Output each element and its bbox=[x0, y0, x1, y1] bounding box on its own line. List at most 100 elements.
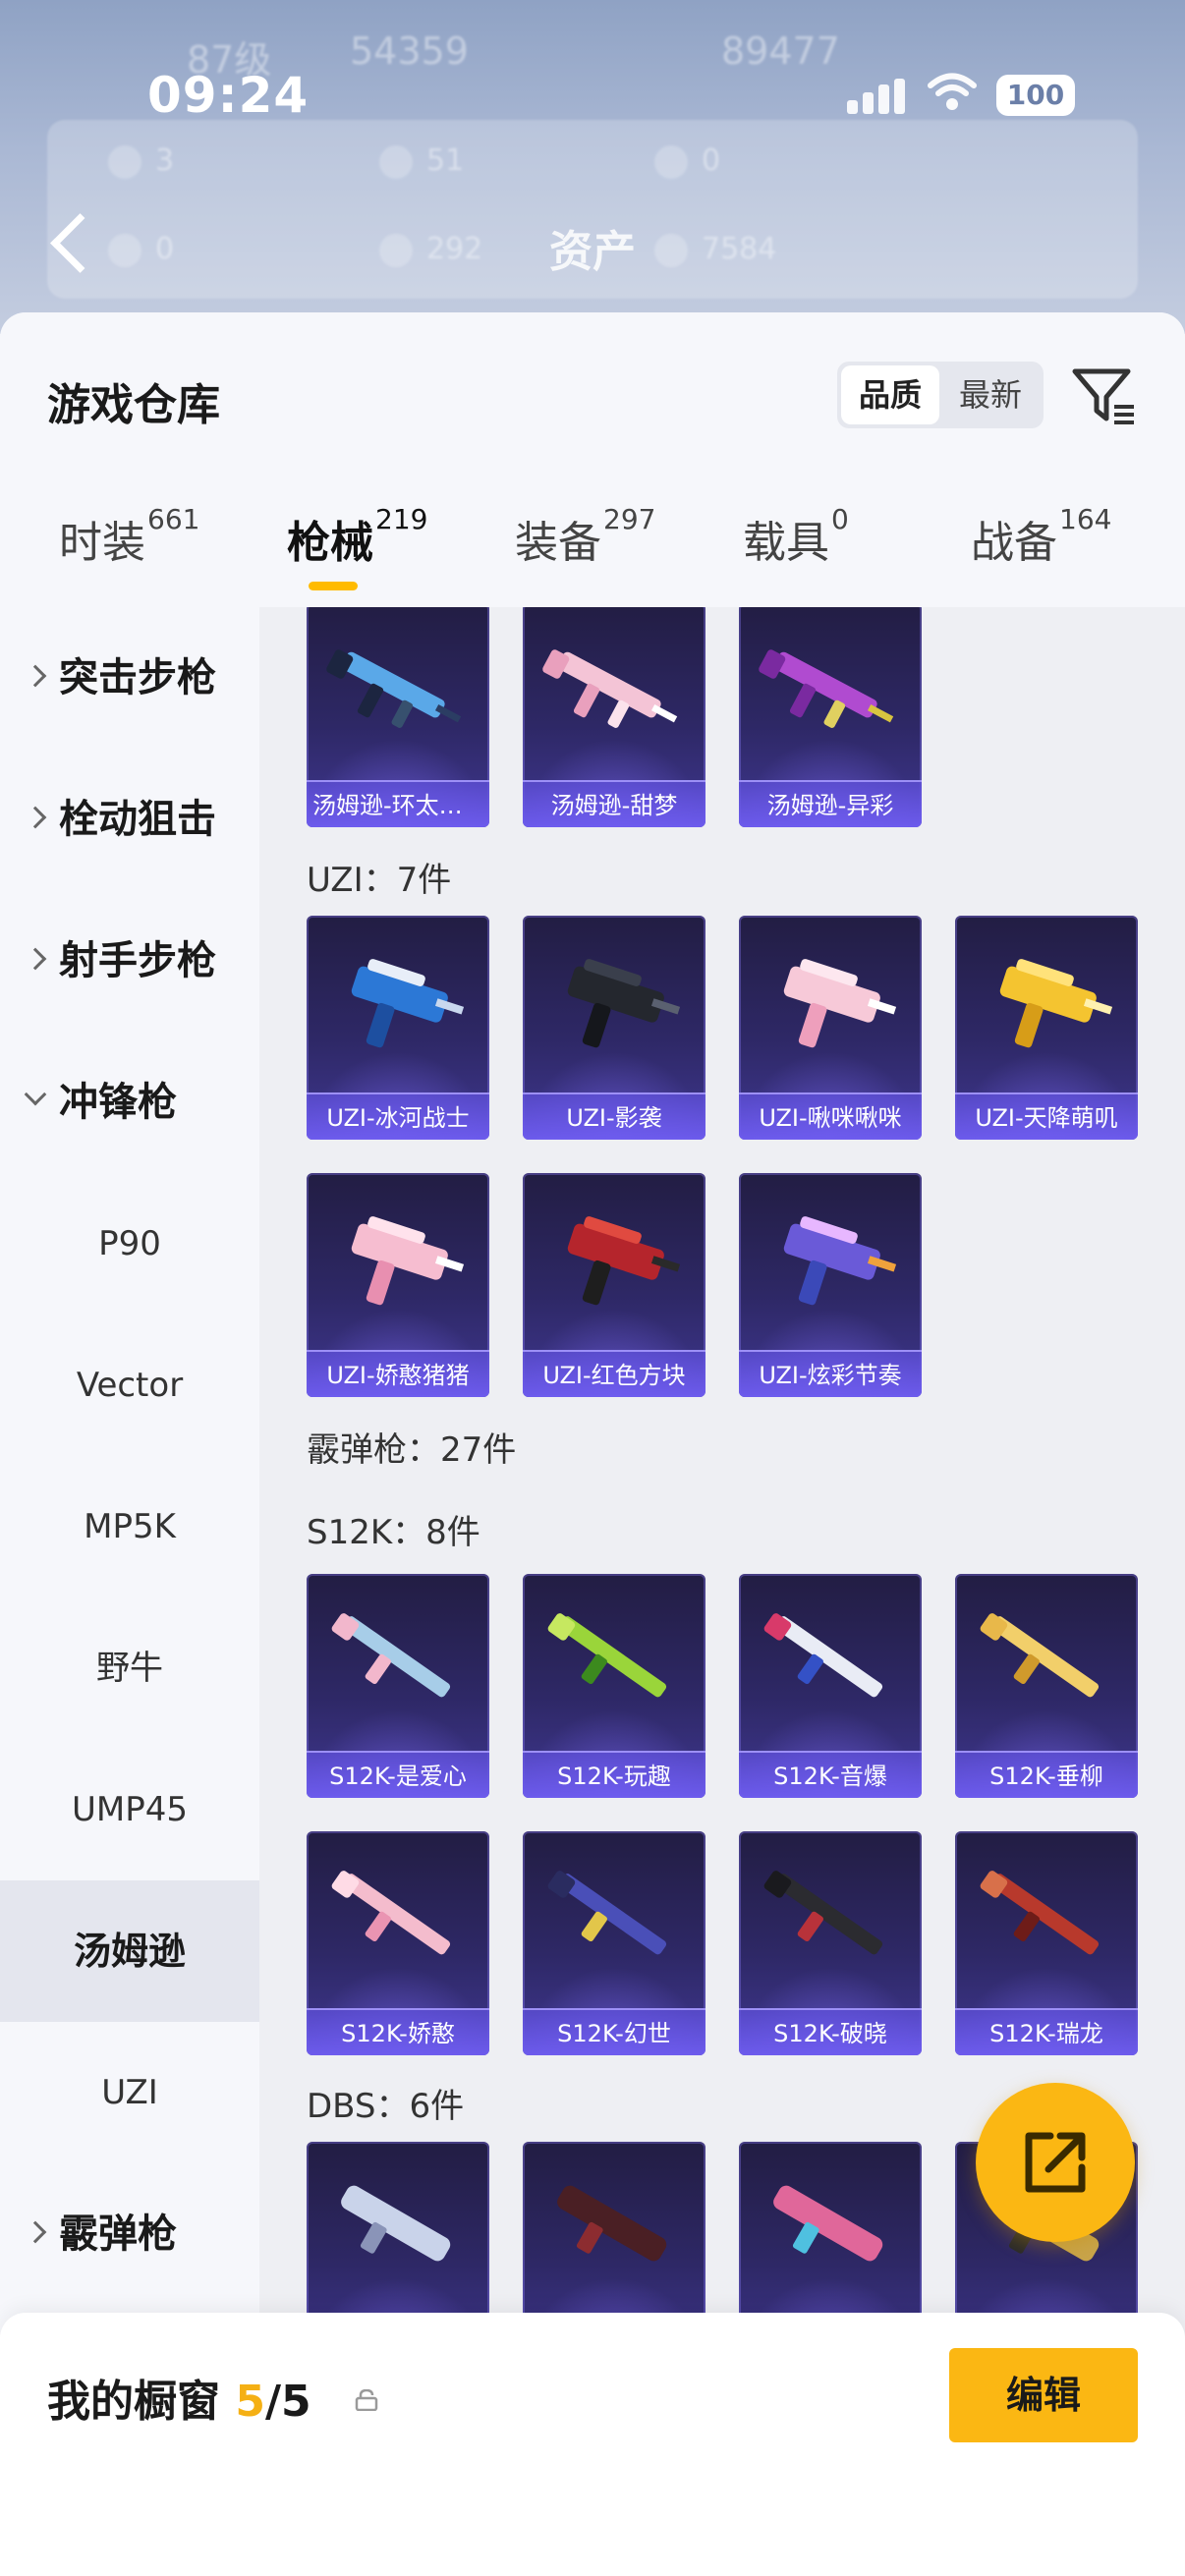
skin-name: S12K-娇憨 bbox=[307, 2008, 489, 2055]
sidebar-item-bolt-sniper[interactable]: 栓动狙击 bbox=[0, 749, 259, 890]
showcase-title: 我的橱窗 5/5 bbox=[47, 2377, 311, 2427]
smg-icon bbox=[326, 649, 462, 728]
chevron-right-icon bbox=[24, 664, 47, 688]
sidebar-sub-bison[interactable]: 野牛 bbox=[0, 1597, 259, 1739]
shotgun-icon bbox=[547, 1613, 667, 1698]
s12k-section-header: S12K：8件 bbox=[307, 1513, 480, 1552]
sidebar-sub-uzi[interactable]: UZI bbox=[0, 2022, 259, 2163]
sidebar-sub-ump45[interactable]: UMP45 bbox=[0, 1739, 259, 1880]
skin-card[interactable]: UZI-啾咪啾咪 bbox=[739, 916, 922, 1140]
sidebar-sub-mp5k[interactable]: MP5K bbox=[0, 1456, 259, 1597]
skin-name: UZI-炫彩节奏 bbox=[739, 1350, 922, 1397]
skin-name: S12K-破晓 bbox=[739, 2008, 922, 2055]
skin-card[interactable]: UZI-冰河战士 bbox=[307, 916, 489, 1140]
shotgun-icon bbox=[773, 2185, 883, 2262]
weapon-skin-grid: 汤姆逊-环太平洋 汤姆逊-甜梦 汤姆逊-异彩 UZI：7件 UZI-冰河战士 U… bbox=[259, 607, 1185, 2576]
blurred-coins: 54359 bbox=[350, 29, 469, 73]
skin-card[interactable]: UZI-炫彩节奏 bbox=[739, 1173, 922, 1397]
skin-name: S12K-垂柳 bbox=[955, 1751, 1138, 1798]
chevron-down-icon bbox=[24, 1083, 47, 1106]
uzi-icon bbox=[999, 959, 1113, 1048]
wifi-icon bbox=[928, 73, 977, 123]
skin-card[interactable]: S12K-玩趣 bbox=[523, 1574, 705, 1798]
smg-icon bbox=[542, 649, 678, 728]
signal-icon bbox=[847, 79, 906, 114]
uzi-icon bbox=[351, 1216, 465, 1306]
blurred-stat: 0 bbox=[654, 143, 720, 179]
skin-card[interactable]: 汤姆逊-甜梦 bbox=[523, 607, 705, 827]
chevron-right-icon bbox=[24, 806, 47, 829]
skin-card[interactable]: UZI-红色方块 bbox=[523, 1173, 705, 1397]
shotgun-section-header: 霰弹枪：27件 bbox=[307, 1430, 517, 1470]
filter-icon[interactable] bbox=[1069, 360, 1140, 430]
uzi-icon bbox=[783, 1216, 897, 1306]
sidebar-item-smg[interactable]: 冲锋枪 bbox=[0, 1032, 259, 1173]
uzi-icon bbox=[351, 959, 465, 1048]
skin-name: UZI-啾咪啾咪 bbox=[739, 1092, 922, 1140]
shotgun-icon bbox=[763, 1613, 883, 1698]
status-time: 09:24 bbox=[147, 67, 310, 124]
sidebar-item-shotgun[interactable]: 霰弹枪 bbox=[0, 2163, 259, 2305]
blurred-score: 89477 bbox=[721, 29, 840, 73]
sort-newest-button[interactable]: 最新 bbox=[941, 365, 1040, 424]
edit-button[interactable]: 编辑 bbox=[949, 2348, 1138, 2442]
skin-name: 汤姆逊-环太平洋 bbox=[307, 780, 489, 827]
skin-card[interactable]: S12K-幻世 bbox=[523, 1831, 705, 2055]
active-tab-indicator bbox=[309, 582, 358, 590]
skin-name: 汤姆逊-甜梦 bbox=[523, 780, 705, 827]
skin-card[interactable]: S12K-是爱心 bbox=[307, 1574, 489, 1798]
sort-quality-button[interactable]: 品质 bbox=[841, 365, 939, 424]
lock-icon bbox=[355, 2389, 378, 2411]
tab-fashion[interactable]: 时装661 bbox=[59, 503, 199, 595]
skin-name: UZI-娇憨猪猪 bbox=[307, 1350, 489, 1397]
skin-card[interactable]: UZI-天降萌叽 bbox=[955, 916, 1138, 1140]
uzi-icon bbox=[783, 959, 897, 1048]
skin-card[interactable]: UZI-影袭 bbox=[523, 916, 705, 1140]
skin-card[interactable]: S12K-破晓 bbox=[739, 1831, 922, 2055]
skin-card[interactable]: S12K-瑞龙 bbox=[955, 1831, 1138, 2055]
skin-name: S12K-幻世 bbox=[523, 2008, 705, 2055]
warehouse-title: 游戏仓库 bbox=[47, 380, 220, 430]
tab-equipment[interactable]: 装备297 bbox=[515, 503, 655, 595]
tab-firearms[interactable]: 枪械219 bbox=[287, 503, 427, 595]
uzi-icon bbox=[567, 1216, 681, 1306]
skin-name: UZI-冰河战士 bbox=[307, 1092, 489, 1140]
sort-toggle: 品质 最新 bbox=[837, 362, 1044, 428]
chevron-right-icon bbox=[24, 2220, 47, 2244]
dbs-section-header: DBS：6件 bbox=[307, 2087, 465, 2126]
warehouse-header: 游戏仓库 品质 最新 时装661 枪械219 装备297 载具0 战备164 bbox=[0, 312, 1185, 607]
skin-name: S12K-音爆 bbox=[739, 1751, 922, 1798]
uzi-icon bbox=[567, 959, 681, 1048]
smg-icon bbox=[759, 649, 894, 728]
shotgun-icon bbox=[341, 2185, 451, 2262]
blurred-stat: 51 bbox=[379, 143, 464, 179]
skin-card[interactable]: 汤姆逊-异彩 bbox=[739, 607, 922, 827]
skin-card[interactable]: UZI-娇憨猪猪 bbox=[307, 1173, 489, 1397]
chevron-right-icon bbox=[24, 947, 47, 971]
page-title: 资产 bbox=[549, 227, 636, 277]
category-tabs: 时装661 枪械219 装备297 载具0 战备164 bbox=[0, 503, 1185, 595]
skin-card[interactable]: S12K-音爆 bbox=[739, 1574, 922, 1798]
skin-name: S12K-玩趣 bbox=[523, 1751, 705, 1798]
weapon-type-sidebar: 突击步枪 栓动狙击 射手步枪 冲锋枪 P90 Vector MP5K 野牛 UM… bbox=[0, 607, 259, 2576]
skin-name: UZI-天降萌叽 bbox=[955, 1092, 1138, 1140]
shotgun-icon bbox=[980, 1613, 1100, 1698]
sidebar-sub-p90[interactable]: P90 bbox=[0, 1173, 259, 1315]
skin-card[interactable]: 汤姆逊-环太平洋 bbox=[307, 607, 489, 827]
skin-card[interactable]: S12K-垂柳 bbox=[955, 1574, 1138, 1798]
blurred-stat: 3 bbox=[108, 143, 174, 179]
skin-name: UZI-红色方块 bbox=[523, 1350, 705, 1397]
sidebar-sub-vector[interactable]: Vector bbox=[0, 1315, 259, 1456]
share-button[interactable] bbox=[976, 2083, 1135, 2242]
sidebar-item-assault-rifle[interactable]: 突击步枪 bbox=[0, 607, 259, 749]
skin-card[interactable]: S12K-娇憨 bbox=[307, 1831, 489, 2055]
sidebar-sub-thompson[interactable]: 汤姆逊 bbox=[0, 1880, 259, 2022]
skin-name: UZI-影袭 bbox=[523, 1092, 705, 1140]
sidebar-item-marksman-rifle[interactable]: 射手步枪 bbox=[0, 890, 259, 1032]
shotgun-icon bbox=[331, 1871, 451, 1955]
shotgun-icon bbox=[547, 1871, 667, 1955]
asset-header: 87级 54359 89477 3 51 0 0 292 7584 09:24 … bbox=[0, 0, 1185, 334]
share-export-icon bbox=[1025, 2132, 1086, 2193]
tab-supplies[interactable]: 战备164 bbox=[971, 503, 1111, 595]
tab-vehicles[interactable]: 载具0 bbox=[743, 503, 849, 595]
